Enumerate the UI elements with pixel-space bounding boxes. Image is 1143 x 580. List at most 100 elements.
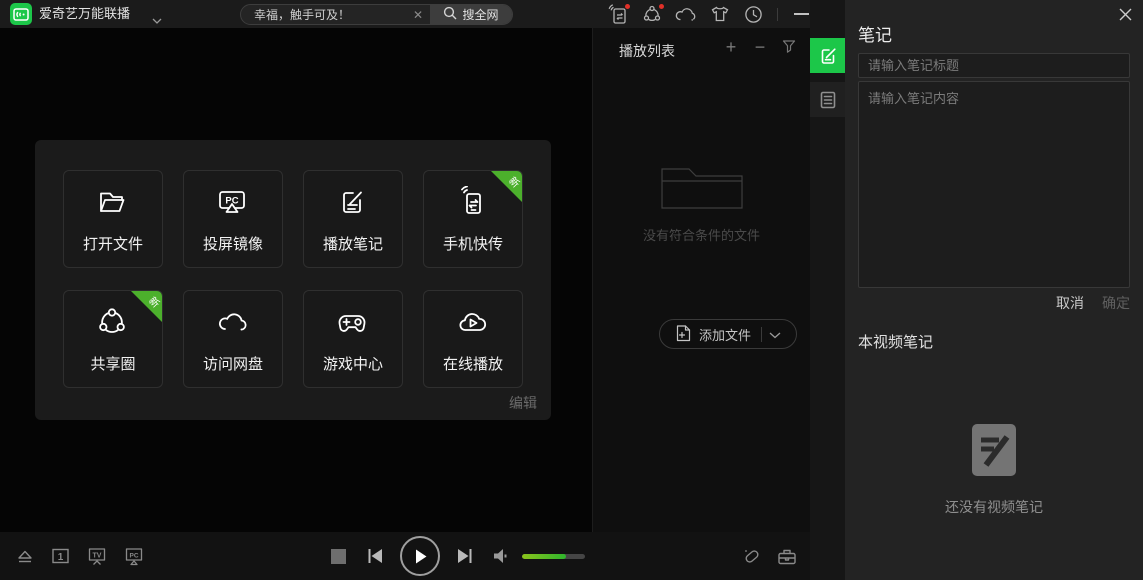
titlebar-tools [607, 0, 809, 28]
player-control-bar: 1 TV PC [0, 532, 810, 580]
add-file-button[interactable]: 添加文件 [659, 319, 797, 349]
volume-fill [522, 554, 566, 559]
playlist-panel: 播放列表 + − 没有符合条件的文件 添 [592, 28, 810, 532]
tile-game-center[interactable]: 游戏中心 [303, 290, 403, 388]
tile-play-notes[interactable]: 播放笔记 [303, 170, 403, 268]
notification-dot [659, 4, 664, 9]
notification-dot [625, 4, 630, 9]
search-clear-icon[interactable]: ✕ [406, 8, 430, 22]
playlist-empty-text: 没有符合条件的文件 [593, 225, 810, 244]
note-content-input[interactable] [858, 81, 1130, 288]
app-window: 爱奇艺万能联播 幸福，触手可及！ ✕ 搜全网 [0, 0, 1143, 580]
notes-empty-text: 还没有视频笔记 [845, 497, 1143, 517]
notes-panel: 笔记 取消 确定 本视频笔记 还没有视频笔记 [845, 0, 1143, 580]
launcher-panel: 打开文件 PC 投屏镜像 [35, 140, 551, 420]
eject-icon[interactable] [16, 547, 34, 565]
tile-online-play[interactable]: 在线播放 [423, 290, 523, 388]
app-logo-icon [10, 3, 32, 25]
playlist-tools: + − [723, 37, 797, 57]
share-circle-toolbar-icon[interactable] [641, 3, 662, 25]
volume-icon[interactable] [493, 548, 510, 564]
volume-slider[interactable] [522, 554, 585, 559]
tile-label: 在线播放 [424, 353, 522, 374]
pc-glyph: PC [129, 553, 138, 560]
filter-funnel-icon[interactable] [781, 37, 797, 57]
titlebar: 爱奇艺万能联播 幸福，触手可及！ ✕ 搜全网 [0, 0, 810, 28]
search-box[interactable]: 幸福，触手可及！ ✕ 搜全网 [240, 4, 513, 25]
note-title-input[interactable] [858, 53, 1130, 78]
tile-screen-mirror[interactable]: PC 投屏镜像 [183, 170, 283, 268]
tile-label: 播放笔记 [304, 233, 402, 254]
stop-button[interactable] [331, 549, 346, 564]
playlist-remove-icon[interactable]: − [752, 37, 768, 57]
playlist-title: 播放列表 [619, 41, 675, 61]
close-icon[interactable] [1117, 6, 1133, 22]
confirm-button[interactable]: 确定 [1102, 293, 1130, 313]
cancel-button[interactable]: 取消 [1056, 293, 1084, 313]
tile-cloud-drive[interactable]: 访问网盘 [183, 290, 283, 388]
tile-label: 打开文件 [64, 233, 162, 254]
tv-glyph: TV [93, 553, 102, 560]
tile-label: 访问网盘 [184, 353, 282, 374]
cloud-play-icon [424, 306, 522, 340]
tile-label: 共享圈 [64, 353, 162, 374]
chevron-down-icon[interactable] [152, 11, 162, 29]
notes-empty-state: 还没有视频笔记 [845, 423, 1143, 517]
skin-tshirt-icon[interactable] [709, 3, 730, 25]
titlebar-separator [777, 8, 778, 21]
new-badge: 新 [131, 291, 162, 322]
notes-panel-title: 笔记 [858, 21, 892, 46]
note-edit-icon [304, 186, 402, 220]
chevron-down-icon[interactable] [769, 327, 781, 342]
cloud-drive-icon [184, 306, 282, 340]
pc-mirror-icon: PC [184, 186, 282, 220]
minimize-button[interactable] [794, 13, 809, 15]
new-badge: 新 [491, 171, 522, 202]
previous-button[interactable] [367, 548, 385, 564]
tile-share-circle[interactable]: 共享圈 新 [63, 290, 163, 388]
search-input[interactable]: 幸福，触手可及！ [241, 6, 406, 23]
history-clock-icon[interactable] [743, 3, 764, 25]
video-notes-section-title: 本视频笔记 [858, 331, 933, 352]
play-button[interactable] [400, 536, 440, 576]
transport-controls [331, 532, 585, 580]
one-glyph: 1 [58, 552, 64, 563]
empty-note-icon [971, 423, 1017, 477]
play-icon [413, 548, 428, 565]
search-icon [443, 6, 457, 23]
gamepad-icon [304, 306, 402, 340]
empty-folder-icon [661, 163, 743, 209]
folder-icon [64, 186, 162, 220]
video-area: 打开文件 PC 投屏镜像 [0, 28, 592, 532]
player-right-tools [741, 532, 797, 580]
playlist-empty-state: 没有符合条件的文件 [593, 163, 810, 244]
next-button[interactable] [455, 548, 473, 564]
new-badge-text: 新 [146, 293, 163, 311]
tile-label: 手机快传 [424, 233, 522, 254]
add-file-icon [675, 324, 692, 345]
player-left-tools: 1 TV PC [16, 532, 144, 580]
tv-cast-icon[interactable]: TV [87, 546, 107, 566]
search-button-label: 搜全网 [462, 6, 498, 23]
toolbox-icon[interactable] [777, 547, 797, 566]
phone-cast-icon[interactable] [607, 3, 628, 25]
side-tab-strip [810, 0, 845, 580]
add-file-label: 添加文件 [699, 325, 751, 344]
edit-tiles-link[interactable]: 编辑 [509, 393, 537, 413]
tile-phone-transfer[interactable]: 手机快传 新 [423, 170, 523, 268]
cloud-drive-toolbar-icon[interactable] [675, 3, 696, 25]
pc-cast-icon[interactable]: PC [124, 546, 144, 566]
tab-notes[interactable] [810, 38, 845, 73]
search-button[interactable]: 搜全网 [430, 4, 512, 25]
notes-icon [819, 47, 837, 65]
remote-control-icon[interactable] [741, 546, 762, 567]
tile-label: 投屏镜像 [184, 233, 282, 254]
playlist-add-icon[interactable]: + [723, 37, 739, 57]
single-play-mode-icon[interactable]: 1 [51, 547, 70, 565]
tile-label: 游戏中心 [304, 353, 402, 374]
list-icon [820, 91, 836, 109]
note-actions: 取消 确定 [1056, 293, 1130, 313]
tab-playlist-detail[interactable] [810, 82, 845, 117]
new-badge-text: 新 [506, 173, 523, 191]
tile-open-file[interactable]: 打开文件 [63, 170, 163, 268]
